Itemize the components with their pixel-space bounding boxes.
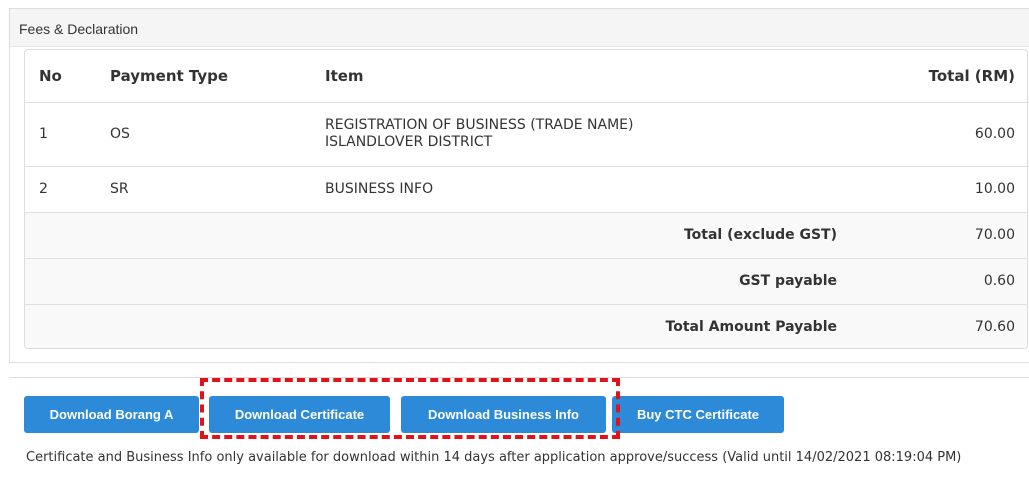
table-row: 1 OS REGISTRATION OF BUSINESS (TRADE NAM…: [25, 101, 1027, 166]
table-row: 2 SR BUSINESS INFO 10.00: [25, 165, 1027, 212]
summary-label: GST payable: [25, 257, 837, 304]
row-item-line: ISLANDLOVER DISTRICT: [325, 134, 493, 150]
summary-row-gst: GST payable 0.60: [25, 257, 1027, 304]
download-borang-a-button[interactable]: Download Borang A: [24, 396, 199, 433]
row-item: REGISTRATION OF BUSINESS (TRADE NAME) IS…: [325, 101, 837, 166]
table-header-row: No Payment Type Item Total (RM): [25, 50, 1027, 102]
summary-value: 70.00: [837, 211, 1027, 258]
fees-table: No Payment Type Item Total (RM) 1 OS REG…: [25, 50, 1027, 348]
row-item-line: REGISTRATION OF BUSINESS (TRADE NAME): [325, 117, 634, 133]
header-payment-type: Payment Type: [110, 66, 229, 85]
row-payment-type: SR: [110, 165, 325, 212]
row-total: 10.00: [837, 165, 1027, 212]
summary-row-total: Total Amount Payable 70.60: [25, 303, 1027, 348]
download-actions: Download Borang A Download Certificate D…: [9, 377, 1029, 477]
panel-title: Fees & Declaration: [10, 9, 1029, 47]
row-total: 60.00: [837, 101, 1027, 166]
row-no: 2: [25, 165, 110, 212]
fees-declaration-panel: Fees & Declaration No Payment Type Item …: [9, 8, 1029, 363]
row-payment-type: OS: [110, 101, 325, 166]
highlight-annotation-box: [200, 378, 620, 439]
fees-table-container: No Payment Type Item Total (RM) 1 OS REG…: [24, 49, 1028, 349]
buy-ctc-certificate-button[interactable]: Buy CTC Certificate: [612, 396, 784, 433]
summary-row-subtotal: Total (exclude GST) 70.00: [25, 211, 1027, 258]
summary-value: 70.60: [837, 303, 1027, 348]
header-total: Total (RM): [928, 66, 1015, 85]
header-no: No: [39, 66, 62, 85]
download-availability-note: Certificate and Business Info only avail…: [26, 450, 962, 465]
summary-label: Total (exclude GST): [25, 211, 837, 258]
summary-label: Total Amount Payable: [25, 303, 837, 348]
row-no: 1: [25, 101, 110, 166]
row-item: BUSINESS INFO: [325, 165, 837, 212]
summary-value: 0.60: [837, 257, 1027, 304]
header-item: Item: [325, 66, 364, 85]
